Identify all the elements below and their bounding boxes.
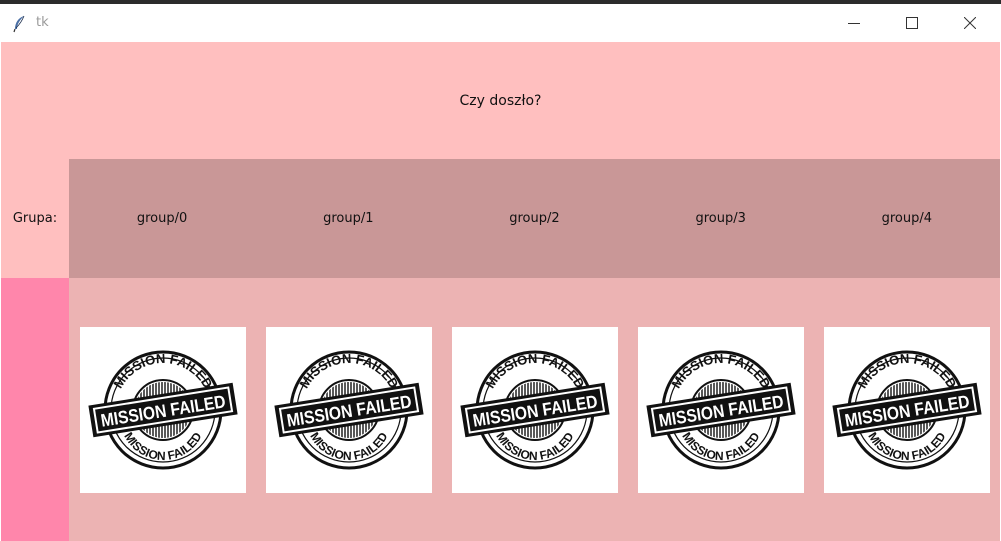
minimize-icon xyxy=(848,23,860,24)
group-label: group/3 xyxy=(695,211,746,226)
maximize-icon xyxy=(906,17,918,29)
group-cell-1: group/1 xyxy=(255,159,441,278)
group-label: group/1 xyxy=(323,211,374,226)
left-strip xyxy=(1,278,69,541)
group-row-label: Grupa: xyxy=(12,211,58,226)
window-content: Czy doszło? Grupa: group/0 group/1 group… xyxy=(1,42,1000,541)
group-label: group/0 xyxy=(136,211,188,226)
group-label: group/4 xyxy=(881,211,933,226)
group-cell-0: group/0 xyxy=(69,159,255,278)
svg-text:MISSION FAILED: MISSION FAILED xyxy=(854,351,959,391)
svg-text:MISSION FAILED: MISSION FAILED xyxy=(493,430,576,464)
mission-failed-image-0: MISSION FAILED MISSION FAILED MISSION FA… xyxy=(80,327,246,493)
close-button[interactable] xyxy=(941,4,999,42)
mission-failed-image-3: MISSION FAILED MISSION FAILED MISSION FA… xyxy=(638,327,804,493)
mission-failed-image-2: MISSION FAILED MISSION FAILED MISSION FA… xyxy=(452,327,618,493)
minimize-button[interactable] xyxy=(825,4,883,42)
group-label: group/2 xyxy=(509,211,560,226)
group-cell-2: group/2 xyxy=(441,159,627,278)
feather-icon xyxy=(12,15,28,33)
maximize-button[interactable] xyxy=(883,4,941,42)
groups-row: group/0 group/1 group/2 group/3 group/4 xyxy=(69,159,1000,278)
svg-text:MISSION FAILED: MISSION FAILED xyxy=(482,351,587,391)
question-label: Czy doszło? xyxy=(459,92,542,109)
group-cell-4: group/4 xyxy=(814,159,1000,278)
svg-text:MISSION FAILED: MISSION FAILED xyxy=(121,430,204,464)
group-cell-3: group/3 xyxy=(628,159,814,278)
svg-text:MISSION FAILED: MISSION FAILED xyxy=(307,430,390,464)
svg-text:MISSION FAILED: MISSION FAILED xyxy=(865,430,948,464)
svg-text:MISSION FAILED: MISSION FAILED xyxy=(679,430,762,464)
stamp-graphic: MISSION FAILED MISSION FAILED MISSION FA… xyxy=(646,350,796,470)
images-row: MISSION FAILED MISSION FAILED MISSION FA… xyxy=(69,278,1000,541)
svg-text:MISSION FAILED: MISSION FAILED xyxy=(296,351,401,391)
stamp-graphic: MISSION FAILED MISSION FAILED MISSION FA… xyxy=(460,350,610,470)
question-header: Czy doszło? xyxy=(1,42,1000,159)
stamp-graphic: MISSION FAILED MISSION FAILED MISSION FA… xyxy=(274,350,424,470)
mission-failed-image-4: MISSION FAILED MISSION FAILED MISSION FA… xyxy=(824,327,990,493)
mission-failed-image-1: MISSION FAILED MISSION FAILED MISSION FA… xyxy=(266,327,432,493)
window-title: tk xyxy=(36,15,49,30)
svg-text:MISSION FAILED: MISSION FAILED xyxy=(110,351,215,391)
close-icon xyxy=(964,17,976,29)
stamp-graphic: MISSION FAILED MISSION FAILED MISSION FA… xyxy=(88,350,238,470)
svg-text:MISSION FAILED: MISSION FAILED xyxy=(668,351,773,391)
group-row-label-cell: Grupa: xyxy=(1,159,69,278)
stamp-graphic: MISSION FAILED MISSION FAILED MISSION FA… xyxy=(832,350,982,470)
